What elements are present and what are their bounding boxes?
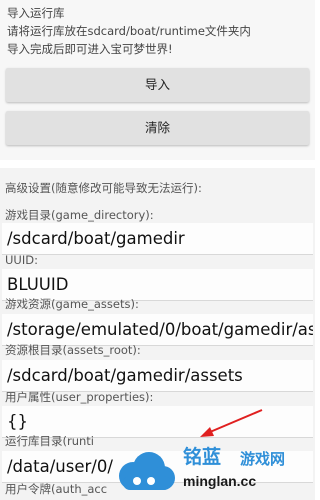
watermark-overlay: 铭蓝 游戏网 minglan.cc bbox=[103, 440, 315, 500]
watermark-site-name: 游戏网 bbox=[240, 450, 286, 468]
red-arrow-annotation bbox=[200, 409, 263, 437]
cloud-logo-icon bbox=[119, 452, 175, 490]
watermark-url: minglan.cc bbox=[183, 473, 257, 489]
watermark-brand: 铭蓝 bbox=[183, 446, 222, 468]
